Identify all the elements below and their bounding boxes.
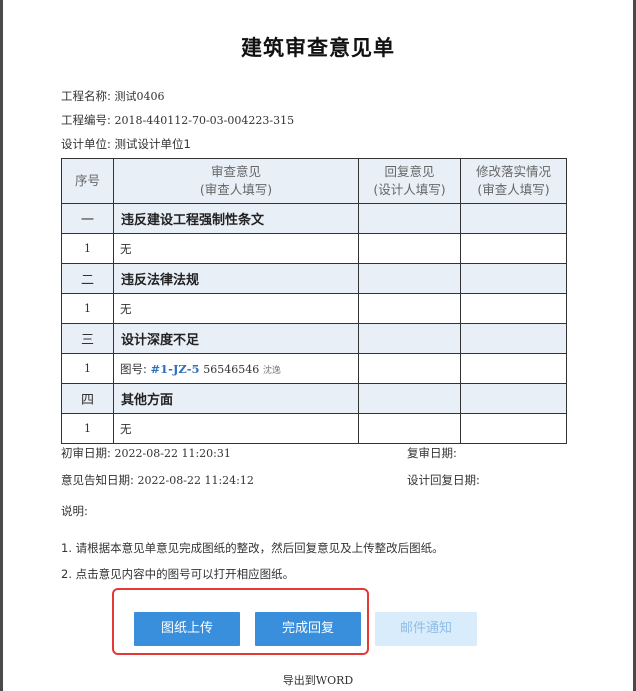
section-fix-cell — [460, 383, 567, 414]
header-opinion-line1: 审查意见 — [210, 164, 261, 179]
section-title: 违反建设工程强制性条文 — [113, 203, 359, 234]
table-row: 1 无 — [61, 413, 567, 444]
section-reply-cell — [358, 323, 461, 354]
first-review-value: 2022-08-22 11:20:31 — [114, 447, 231, 460]
design-unit-label: 设计单位: — [61, 137, 111, 151]
project-name-row: 工程名称: 测试0406 — [61, 88, 165, 104]
section-row: 四 其他方面 — [61, 383, 567, 414]
section-number: 三 — [61, 323, 114, 354]
note-line-2: 2. 点击意见内容中的图号可以打开相应图纸。 — [61, 567, 295, 581]
header-reply-line2: (设计人填写) — [373, 182, 446, 197]
complete-reply-button[interactable]: 完成回复 — [255, 612, 361, 646]
first-review-label: 初审日期: — [61, 446, 111, 460]
notice-date: 意见告知日期: 2022-08-22 11:24:12 — [61, 472, 254, 488]
header-opinion: 审查意见 (审查人填写) — [113, 158, 359, 204]
item-fix-cell — [460, 413, 567, 444]
section-title: 设计深度不足 — [113, 323, 359, 354]
item-number: 1 — [61, 233, 114, 264]
item-fix-cell — [460, 293, 567, 324]
item-opinion: 无 — [113, 233, 359, 264]
design-reply-label: 设计回复日期: — [407, 473, 480, 487]
upload-drawings-button[interactable]: 图纸上传 — [134, 612, 240, 646]
reviewer-name: 沈逸 — [262, 365, 281, 376]
item-reply-cell[interactable] — [358, 233, 461, 264]
item-reply-cell[interactable] — [358, 353, 461, 384]
project-code-label: 工程编号: — [61, 113, 111, 127]
notice-label: 意见告知日期: — [61, 473, 134, 487]
table-row: 1 无 — [61, 233, 567, 264]
item-fix-cell — [460, 233, 567, 264]
item-number: 1 — [61, 353, 114, 384]
item-number: 1 — [61, 293, 114, 324]
export-word: WORD — [315, 674, 354, 687]
notice-value: 2022-08-22 11:24:12 — [137, 474, 254, 487]
design-unit-row: 设计单位: 测试设计单位1 — [61, 136, 191, 152]
drawing-number-label: 图号: — [120, 361, 147, 376]
header-reply: 回复意见 (设计人填写) — [358, 158, 461, 204]
header-opinion-line2: (审查人填写) — [199, 182, 273, 197]
design-unit-value: 测试设计单位1 — [114, 137, 191, 151]
section-number: 二 — [61, 263, 114, 294]
project-name-value: 测试0406 — [114, 90, 165, 103]
review-sheet: 建筑审查意见单 工程名称: 测试0406 工程编号: 2018-440112-7… — [3, 0, 633, 691]
re-review-label: 复审日期: — [407, 446, 457, 460]
project-code-value: 2018-440112-70-03-004223-315 — [114, 114, 295, 127]
section-row: 一 违反建设工程强制性条文 — [61, 203, 567, 234]
email-notify-button[interactable]: 邮件通知 — [375, 612, 477, 646]
note-line-1: 1. 请根据本意见单意见完成图纸的整改，然后回复意见及上传整改后图纸。 — [61, 541, 444, 555]
first-review-date: 初审日期: 2022-08-22 11:20:31 — [61, 445, 231, 461]
page-title: 建筑审查意见单 — [241, 36, 395, 60]
section-fix-cell — [460, 263, 567, 294]
header-fix: 修改落实情况 (审查人填写) — [460, 158, 567, 204]
notes-heading: 说明: — [61, 504, 88, 518]
section-title: 其他方面 — [113, 383, 359, 414]
table-row: 1 图号: #1-JZ-5 56546546 沈逸 — [61, 353, 567, 384]
section-reply-cell — [358, 383, 461, 414]
drawing-number-link[interactable]: #1-JZ-5 — [151, 362, 200, 376]
section-row: 三 设计深度不足 — [61, 323, 567, 354]
header-fix-line1: 修改落实情况 — [475, 164, 551, 179]
item-opinion: 无 — [113, 413, 359, 444]
header-seq: 序号 — [61, 158, 114, 204]
item-number: 1 — [61, 413, 114, 444]
export-word-link[interactable]: 导出到WORD — [3, 672, 633, 688]
section-reply-cell — [358, 203, 461, 234]
design-reply-date: 设计回复日期: — [407, 472, 480, 488]
section-fix-cell — [460, 203, 567, 234]
item-reply-cell[interactable] — [358, 293, 461, 324]
section-number: 四 — [61, 383, 114, 414]
project-code-row: 工程编号: 2018-440112-70-03-004223-315 — [61, 112, 294, 128]
item-reply-cell[interactable] — [358, 413, 461, 444]
section-reply-cell — [358, 263, 461, 294]
item-opinion: 无 — [113, 293, 359, 324]
header-reply-line1: 回复意见 — [384, 164, 435, 179]
section-fix-cell — [460, 323, 567, 354]
item-opinion: 图号: #1-JZ-5 56546546 沈逸 — [113, 353, 359, 384]
header-fix-line2: (审查人填写) — [477, 182, 550, 197]
table-header-row: 序号 审查意见 (审查人填写) 回复意见 (设计人填写) 修改落实情况 (审查人… — [61, 158, 567, 204]
export-prefix: 导出到 — [282, 674, 316, 687]
re-review-date: 复审日期: — [407, 445, 457, 461]
project-name-label: 工程名称: — [61, 89, 111, 103]
drawing-value: 56546546 — [203, 362, 260, 376]
item-fix-cell — [460, 353, 567, 384]
section-title: 违反法律法规 — [113, 263, 359, 294]
section-row: 二 违反法律法规 — [61, 263, 567, 294]
review-table: 序号 审查意见 (审查人填写) 回复意见 (设计人填写) 修改落实情况 (审查人… — [61, 158, 567, 444]
section-number: 一 — [61, 203, 114, 234]
table-row: 1 无 — [61, 293, 567, 324]
